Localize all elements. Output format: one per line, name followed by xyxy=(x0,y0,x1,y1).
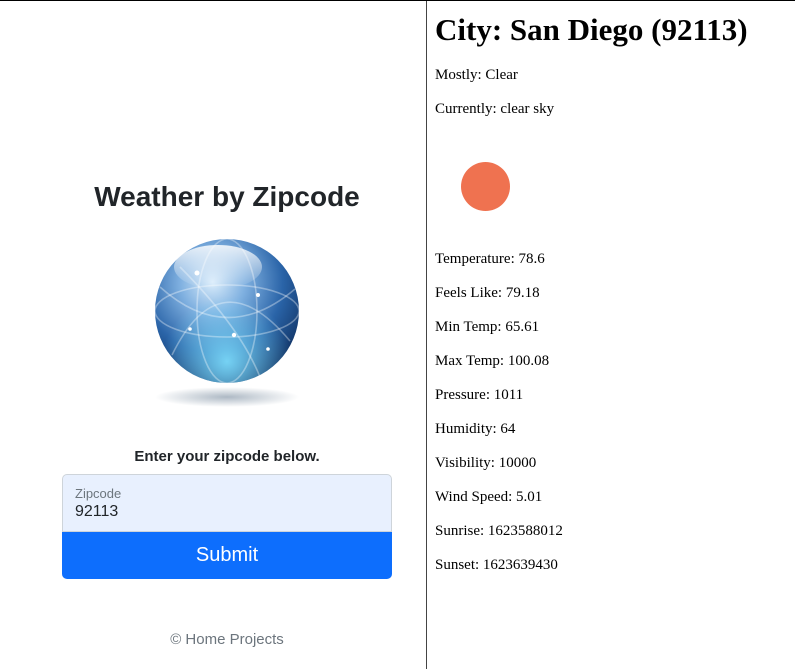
zipcode-label: Zipcode xyxy=(75,486,122,501)
globe-logo xyxy=(150,237,305,412)
feels-like: Feels Like: 79.18 xyxy=(435,285,540,301)
zipcode-field[interactable]: Zipcode xyxy=(62,474,392,532)
zipcode-input[interactable] xyxy=(75,503,375,521)
sunset: Sunset: 1623639430 xyxy=(435,557,558,573)
temperature: Temperature: 78.6 xyxy=(435,251,545,267)
submit-button[interactable]: Submit xyxy=(62,532,392,579)
max-temp: Max Temp: 100.08 xyxy=(435,353,550,369)
zipcode-prompt: Enter your zipcode below. xyxy=(134,448,320,465)
sun-icon xyxy=(461,162,510,211)
humidity: Humidity: 64 xyxy=(435,421,516,437)
browser-frame: Weather by Zipcode Enter your zipcode be… xyxy=(0,0,795,669)
weather-results-pane: City: San Diego (92113) Mostly: Clear Cu… xyxy=(427,1,795,669)
globe-icon xyxy=(154,238,300,407)
zip-form-pane: Weather by Zipcode Enter your zipcode be… xyxy=(0,1,426,669)
visibility: Visibility: 10000 xyxy=(435,455,537,471)
wind-speed: Wind Speed: 5.01 xyxy=(435,489,543,505)
footer-copyright: © Home Projects xyxy=(170,631,284,648)
app-title: Weather by Zipcode xyxy=(94,181,360,212)
pressure: Pressure: 1011 xyxy=(435,387,524,403)
min-temp: Min Temp: 65.61 xyxy=(435,319,540,335)
weather-mostly: Mostly: Clear xyxy=(435,67,518,83)
sunrise: Sunrise: 1623588012 xyxy=(435,523,563,539)
weather-currently: Currently: clear sky xyxy=(435,101,555,117)
city-heading: City: San Diego (92113) xyxy=(435,12,748,47)
